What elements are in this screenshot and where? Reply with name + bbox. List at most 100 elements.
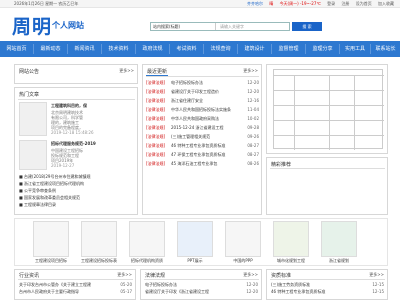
nav-item-latest[interactable]: 最新动态 [34, 41, 67, 57]
list-item[interactable]: 电子招标投标办法 [145, 282, 241, 288]
nav-item-law[interactable]: 法规查询 [204, 41, 237, 57]
gallery-caption[interactable]: 中国的PPP [221, 258, 265, 264]
category-tag[interactable]: [法律法规] [146, 125, 170, 131]
list-item[interactable]: ■ 台建(2018)29号台州市住建和城镇规 [19, 174, 135, 180]
list-item[interactable]: 省建设厅关于印发《浙江省建设工程 [145, 289, 241, 295]
update-title[interactable]: 中华人民共和国政府采购法 [171, 116, 239, 122]
article-thumbnail[interactable] [19, 102, 47, 136]
category-tag[interactable]: [法律法规] [146, 161, 170, 167]
gallery-image[interactable] [273, 221, 309, 257]
update-date: 08-26 [247, 161, 259, 166]
gallery-image[interactable] [177, 221, 213, 257]
search-type-select[interactable]: 站内搜索(标题) [151, 23, 216, 30]
update-date: 11-04 [247, 107, 259, 112]
gallery-caption[interactable]: 招标代理机构资质 [125, 258, 169, 264]
announcement-more-link[interactable]: 更多>> [119, 68, 134, 74]
search-button[interactable]: 搜 索 [292, 22, 322, 31]
category-tag[interactable]: [法律法规] [146, 134, 170, 140]
gallery-image[interactable] [321, 221, 357, 257]
nav-item-design[interactable]: 建筑设计 [238, 41, 271, 57]
nav-item-home[interactable]: 网站首页 [0, 41, 33, 57]
update-title[interactable]: 浙江省住建厅安全 [171, 98, 239, 104]
gallery-image[interactable] [33, 221, 69, 257]
update-title[interactable]: 中华人民共和国招标投标法实施条 [171, 107, 239, 113]
table-row[interactable]: [法律法规] 浙江省住建厅安全 12-16 [146, 98, 259, 105]
nav-item-exam[interactable]: 考试资料 [170, 41, 203, 57]
nav-item-gov[interactable]: 政府法规 [136, 41, 169, 57]
category-tag[interactable]: [法律法规] [146, 116, 170, 122]
gallery-image[interactable] [225, 221, 261, 257]
list-item[interactable]: ■ 工程规章法律目录 [19, 202, 135, 208]
list-item[interactable]: 台州市人民政府关于主要行政指导 [19, 289, 115, 295]
category-tag[interactable]: [法律法规] [146, 80, 170, 86]
logo-main: 周明 [12, 16, 53, 38]
nav-item-tools[interactable]: 实用工具 [340, 41, 370, 57]
category-tag[interactable]: [法律法规] [146, 107, 170, 113]
nav-item-contact[interactable]: 联系站长 [371, 41, 400, 57]
list-item[interactable]: ■ 国家发展和改革委员会相关规范 [19, 195, 135, 201]
category-tag[interactable]: [法律法规] [146, 143, 170, 149]
table-row[interactable]: [法律法规] 45 海洋石油工程专业承包 08-26 [146, 161, 259, 168]
update-title[interactable]: 46 特种工程专业承包资质标准 [171, 143, 239, 149]
table-row[interactable]: [法律法规] (三)施工管理相关规范 09-26 [146, 134, 259, 141]
table-row[interactable]: [法律法规] 省建设厅关于印发工程造价 12-20 [146, 89, 259, 96]
location-text: 齐齐哈尔 [247, 1, 263, 6]
top-right-links: 齐齐哈尔 晴 今天(周一) -19~-27℃ 登录 注册 设为首页 加入收藏 [242, 1, 394, 7]
industry-news-more-link[interactable]: 更多>> [117, 272, 132, 278]
logo-sub: 个人网站 [52, 21, 84, 30]
add-favorite-link[interactable]: 加入收藏 [378, 1, 394, 6]
update-title[interactable]: 电子招标投标办法 [171, 80, 239, 86]
nav-item-share[interactable]: 监理分享 [306, 41, 339, 57]
table-row[interactable]: [法律法规] 中华人民共和国招标投标法实施条 11-04 [146, 107, 259, 114]
laws-more-link[interactable]: 更多>> [243, 272, 258, 278]
update-title[interactable]: (三)施工管理相关规范 [171, 134, 239, 140]
nav-item-tech[interactable]: 技术资料 [102, 41, 135, 57]
update-title[interactable]: 45 海洋石油工程专业承包 [171, 161, 239, 167]
update-date: 08-27 [247, 152, 259, 157]
recommendation-title: 精彩推荐 [271, 162, 292, 168]
table-row[interactable]: [法律法规] 2015-12-24 浙江省建设工程 09-28 [146, 125, 259, 132]
gallery-caption[interactable]: PPT展示 [173, 258, 217, 264]
category-tag[interactable]: [法律法规] [146, 89, 170, 95]
list-item[interactable]: ■ 浙江省工程建设项目招标代理机构 [19, 181, 135, 187]
recent-updates-title: 最近更新 [147, 69, 168, 75]
laws-panel: 法律法规 更多>> 电子招标投标办法 12-20 省建设厅关于印发《浙江省建设工… [140, 269, 262, 300]
category-tag[interactable]: [法律法规] [146, 152, 170, 158]
table-row[interactable]: [法律法规] 中华人民共和国政府采购法 10-02 [146, 116, 259, 123]
update-title[interactable]: 省建设厅关于印发工程造价 [171, 89, 239, 95]
date-text: 2026年1月26日 星期一 农历乙巳年 [14, 1, 79, 6]
update-title[interactable]: 47 环保工程专业承包资质标准 [171, 152, 239, 158]
search-input[interactable]: 请输入关键字 [218, 23, 291, 30]
gallery-strip: 工程建设项目招标 工程建设招标投标表 招标代理机构资质 PPT展示 中国的PPP… [14, 218, 388, 266]
update-date: 12-16 [247, 98, 259, 103]
gallery-image[interactable] [81, 221, 117, 257]
list-item[interactable]: 关于印发台州市公管办《关于建立工程建 [19, 282, 115, 288]
article-thumbnail[interactable] [19, 140, 47, 170]
list-item[interactable]: (三)施工劳务资质标准 [271, 282, 367, 288]
article-title[interactable]: 招标代理服务规范-2019 [51, 141, 135, 147]
article-title[interactable]: 工程建筑科目的，保 [51, 103, 135, 109]
set-home-link[interactable]: 设为首页 [356, 1, 372, 6]
announcement-panel: 网站公告 更多>> [14, 64, 138, 84]
category-tag[interactable]: [法律法规] [146, 98, 170, 104]
nav-item-supervision[interactable]: 监督管理 [272, 41, 305, 57]
list-item[interactable]: ■ 公平竞争审查条例 [19, 188, 135, 194]
site-logo[interactable]: 周明 个人网站 [12, 11, 107, 38]
register-link[interactable]: 注册 [341, 1, 349, 6]
table-row[interactable]: [法律法规] 47 环保工程专业承包资质标准 08-27 [146, 152, 259, 159]
update-title[interactable]: 2015-12-24 浙江省建设工程 [171, 125, 239, 131]
login-link[interactable]: 登录 [327, 1, 335, 6]
gallery-image[interactable] [129, 221, 165, 257]
gallery-caption[interactable]: 工程建设招标投标表 [77, 258, 121, 264]
gallery-caption[interactable]: 工程建设项目招标 [29, 258, 73, 264]
gallery-caption[interactable]: 城市化规划工程 [269, 258, 313, 264]
document-preview-panel[interactable] [266, 64, 388, 154]
search-box: 站内搜索(标题) 请输入关键字 [150, 22, 290, 31]
table-row[interactable]: [法律法规] 46 特种工程专业承包资质标准 08-27 [146, 143, 259, 150]
table-row[interactable]: [法律法规] 电子招标投标办法 12-20 [146, 80, 259, 87]
recent-more-link[interactable]: 更多>> [243, 68, 258, 74]
list-item[interactable]: 46 特种工程专业承包资质标准 [271, 289, 367, 295]
qualification-more-link[interactable]: 更多>> [369, 272, 384, 278]
gallery-caption[interactable]: 浙江省规划 [317, 258, 361, 264]
nav-item-news[interactable]: 新闻资讯 [68, 41, 101, 57]
